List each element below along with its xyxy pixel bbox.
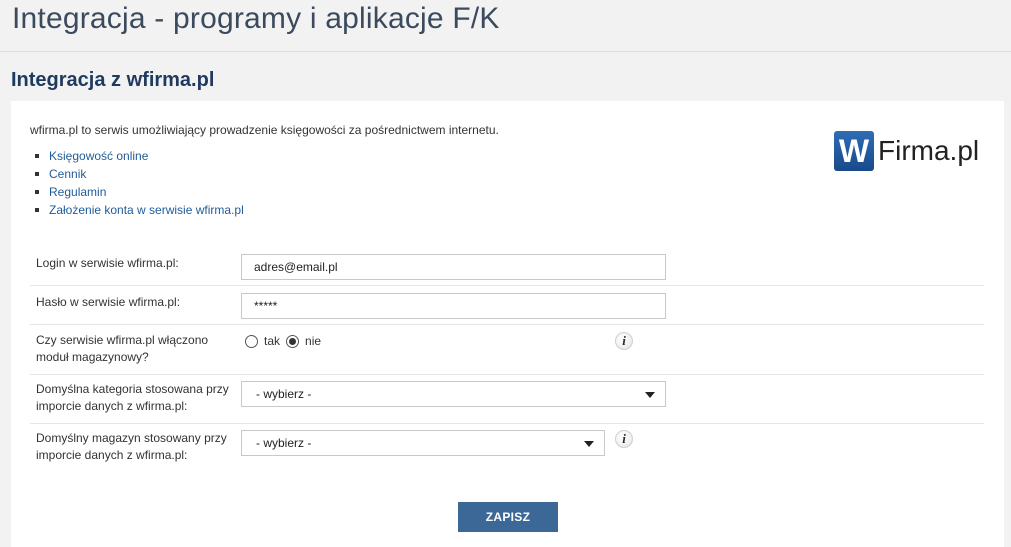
section-title: Integracja z wfirma.pl: [11, 69, 215, 91]
info-icon[interactable]: i: [615, 430, 633, 448]
radio-tak[interactable]: [245, 334, 258, 348]
form-row-password: Hasło w serwisie wfirma.pl:: [30, 286, 984, 325]
warehouse-module-label-line1: Czy serwisie wfirma.pl włączono: [36, 333, 209, 347]
link-online-accounting[interactable]: Księgowość online: [49, 147, 148, 165]
default-category-label: Domyślna kategoria stosowana przy imporc…: [36, 381, 229, 415]
integration-panel: wfirma.pl to serwis umożliwiający prowad…: [11, 101, 1004, 547]
login-input[interactable]: [241, 254, 666, 280]
page-header: Integracja - programy i aplikacje F/K: [0, 0, 1011, 52]
list-item: Cennik: [35, 165, 244, 183]
default-warehouse-label: Domyślny magazyn stosowany przy imporcie…: [36, 430, 227, 464]
form-row-default-category: Domyślna kategoria stosowana przy imporc…: [30, 375, 984, 424]
form-row-warehouse-module: Czy serwisie wfirma.pl włączono moduł ma…: [30, 325, 984, 375]
bullet-icon: [35, 172, 39, 176]
password-label: Hasło w serwisie wfirma.pl:: [36, 295, 181, 309]
password-input[interactable]: [241, 293, 666, 319]
list-item: Regulamin: [35, 183, 244, 201]
logo-text: Firma.pl: [878, 135, 980, 166]
default-category-selected: - wybierz -: [256, 387, 312, 401]
warehouse-module-label-line2: moduł magazynowy?: [36, 350, 149, 364]
wfirma-logo: W Firma.pl: [834, 131, 979, 171]
default-category-select[interactable]: - wybierz -: [241, 381, 666, 407]
radio-nie-label[interactable]: nie: [305, 334, 321, 348]
radio-nie[interactable]: [286, 334, 300, 348]
default-category-label-line1: Domyślna kategoria stosowana przy: [36, 382, 229, 396]
default-warehouse-label-line1: Domyślny magazyn stosowany przy: [36, 431, 227, 445]
form-row-default-warehouse: Domyślny magazyn stosowany przy imporcie…: [30, 424, 984, 473]
default-warehouse-selected: - wybierz -: [256, 436, 312, 450]
info-icon[interactable]: i: [615, 332, 633, 350]
save-button[interactable]: ZAPISZ: [458, 502, 558, 532]
chevron-down-icon: [584, 441, 594, 447]
default-warehouse-label-line2: imporcie danych z wfirma.pl:: [36, 448, 188, 462]
warehouse-module-label: Czy serwisie wfirma.pl włączono moduł ma…: [36, 332, 208, 366]
form-row-login: Login w serwisie wfirma.pl:: [30, 247, 984, 286]
intro-text: wfirma.pl to serwis umożliwiający prowad…: [30, 123, 499, 137]
warehouse-module-radio-group: tak nie: [245, 334, 327, 348]
login-label: Login w serwisie wfirma.pl:: [36, 256, 179, 270]
page-title: Integracja - programy i aplikacje F/K: [12, 2, 500, 35]
link-terms[interactable]: Regulamin: [49, 183, 106, 201]
info-links: Księgowość online Cennik Regulamin Założ…: [35, 147, 244, 219]
default-warehouse-select[interactable]: - wybierz -: [241, 430, 605, 456]
radio-tak-label[interactable]: tak: [264, 334, 280, 348]
bullet-icon: [35, 154, 39, 158]
list-item: Założenie konta w serwisie wfirma.pl: [35, 201, 244, 219]
link-create-account[interactable]: Założenie konta w serwisie wfirma.pl: [49, 201, 244, 219]
bullet-icon: [35, 208, 39, 212]
link-pricing[interactable]: Cennik: [49, 165, 86, 183]
logo-mark: W: [834, 131, 874, 171]
list-item: Księgowość online: [35, 147, 244, 165]
bullet-icon: [35, 190, 39, 194]
settings-form: Login w serwisie wfirma.pl: Hasło w serw…: [30, 247, 984, 473]
chevron-down-icon: [645, 392, 655, 398]
default-category-label-line2: imporcie danych z wfirma.pl:: [36, 399, 188, 413]
